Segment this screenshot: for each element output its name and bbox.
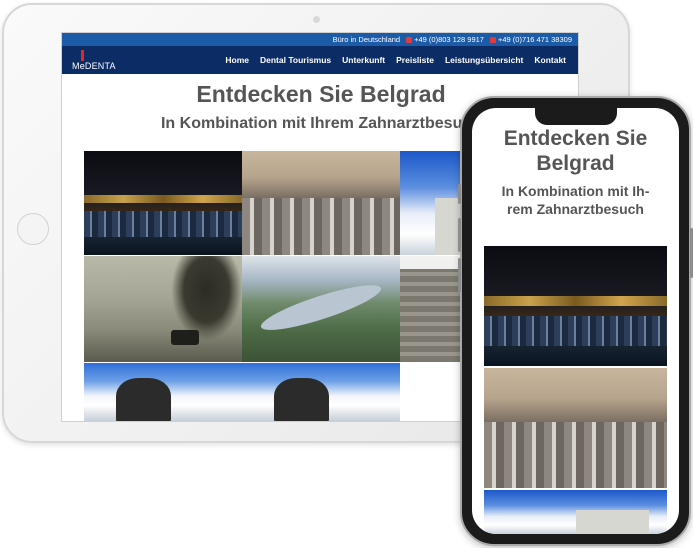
park-bench-photo[interactable] (84, 256, 242, 362)
tablet-camera (313, 16, 320, 23)
contact-bar: Büro in Deutschland +49 (0)803 128 9917 … (62, 33, 578, 46)
mobile-icon (489, 36, 496, 43)
phone-item-1[interactable]: +49 (0)803 128 9917 (406, 35, 484, 44)
phone-title-line-2: Belgrad (536, 152, 615, 175)
phone-subtitle-line-1: In Kombination mit Ih- (501, 183, 650, 199)
equestrian-statue-photo[interactable] (242, 363, 400, 421)
phone-title-line-1: Entdecken Sie (503, 127, 648, 150)
volume-down-button (458, 258, 461, 292)
city-aerial-photo[interactable] (242, 151, 400, 255)
phone-device-frame: Entdecken Sie Belgrad In Kombination mit… (458, 96, 693, 546)
mute-switch (458, 184, 461, 204)
phone-item-2[interactable]: +49 (0)716 471 38309 (489, 35, 572, 44)
nav-item-unterkunft[interactable]: Unterkunft (342, 55, 385, 65)
night-city-photo[interactable] (84, 151, 242, 255)
nav-item-home[interactable]: Home (225, 55, 249, 65)
nav-menu: Home Dental Tourismus Unterkunft Preisli… (225, 55, 578, 65)
tablet-home-button[interactable] (17, 213, 49, 245)
phone-page-title: Entdecken Sie Belgrad (472, 126, 679, 176)
phone-page-subtitle: In Kombination mit Ih- rem Zahnarztbesuc… (472, 182, 679, 218)
phone-sky-monument-photo[interactable] (484, 490, 667, 534)
phone-screen: Entdecken Sie Belgrad In Kombination mit… (472, 108, 679, 534)
phone-notch (535, 108, 617, 125)
volume-up-button (458, 218, 461, 252)
nav-item-dental-tourismus[interactable]: Dental Tourismus (260, 55, 331, 65)
logo-text: MeDENTA (72, 61, 116, 71)
nav-item-preisliste[interactable]: Preisliste (396, 55, 434, 65)
phone-subtitle-line-2: rem Zahnarztbesuch (507, 201, 644, 217)
phone-number-2: +49 (0)716 471 38309 (497, 35, 572, 44)
main-navbar: MeDENTA Home Dental Tourismus Unterkunft… (62, 46, 578, 74)
medenta-logo[interactable]: MeDENTA (70, 50, 116, 72)
phone-city-aerial-photo[interactable] (484, 368, 667, 488)
phone-number-1: +49 (0)803 128 9917 (414, 35, 484, 44)
statue-photo[interactable] (84, 363, 242, 421)
nav-item-kontakt[interactable]: Kontakt (534, 55, 566, 65)
river-aerial-photo[interactable] (242, 256, 400, 362)
logo-accent-bar (81, 50, 84, 61)
nav-item-leistungsuebersicht[interactable]: Leistungsübersicht (445, 55, 523, 65)
office-label: Büro in Deutschland (332, 35, 401, 44)
phone-icon (406, 36, 413, 43)
phone-night-city-photo[interactable] (484, 246, 667, 366)
